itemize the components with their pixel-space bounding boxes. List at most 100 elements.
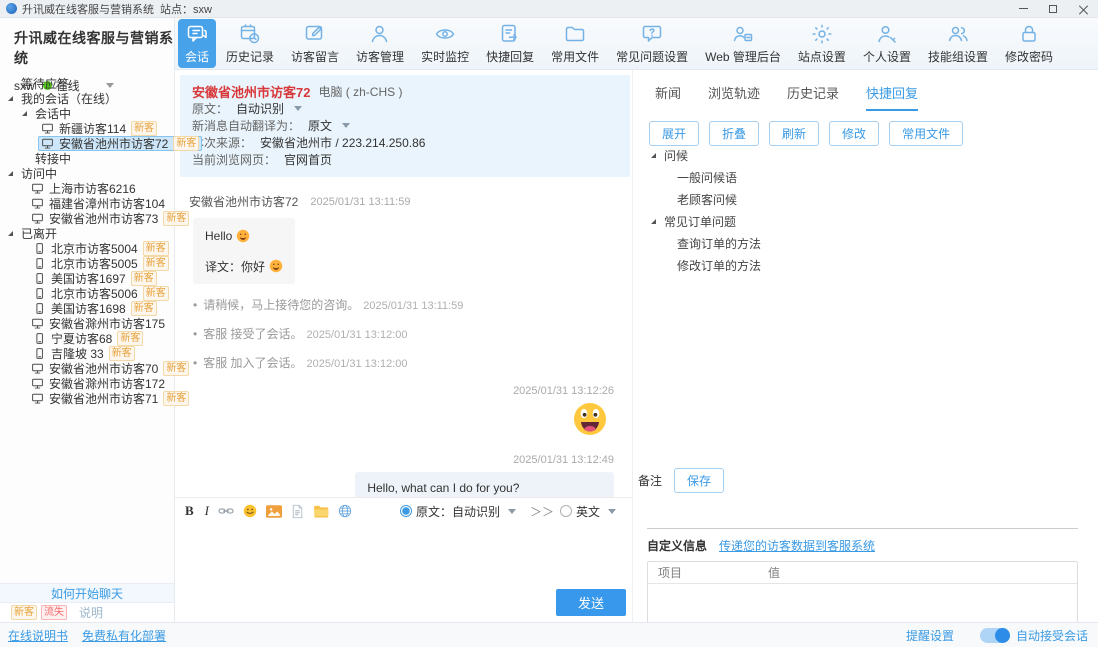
toolbar-item-label: 修改密码 [1004, 50, 1053, 64]
reply-label: 查询订单的方法 [677, 236, 762, 251]
source-lang-select[interactable]: 自动识别 [236, 100, 284, 117]
tree-expand-icon[interactable] [8, 231, 13, 236]
bold-icon[interactable]: B [185, 503, 194, 519]
custom-info-link[interactable]: 传递您的访客数据到客服系统 [719, 537, 875, 554]
tree-expand-icon[interactable] [22, 111, 27, 116]
save-note-button[interactable]: 保存 [674, 468, 725, 493]
send-button[interactable]: 发送 [555, 589, 626, 616]
toolbar-item-label: 站点设置 [797, 50, 846, 64]
tree-visitor-item[interactable]: 新疆访客114 新客 [0, 121, 174, 136]
tab-快捷回复[interactable]: 快捷回复 [866, 83, 919, 111]
tree-visitor-item[interactable]: 安徽省滁州市访客175 [0, 316, 174, 331]
tree-visitor-item[interactable]: 北京市访客5005 新客 [0, 256, 174, 271]
new-visitor-badge: 新客 [142, 256, 169, 271]
tab-历史记录[interactable]: 历史记录 [787, 83, 839, 111]
tree-expand-icon[interactable] [8, 171, 13, 176]
system-message-time: 2025/01/31 13:12:00 [306, 329, 408, 341]
toolbar-item-gear[interactable]: 站点设置 [791, 19, 853, 68]
tab-浏览轨迹[interactable]: 浏览轨迹 [708, 83, 760, 111]
table-header-item: 项目 [658, 566, 683, 580]
source-lang-radio-label: 原文：自动识别 [415, 504, 500, 519]
tree-group[interactable]: 已离开 [0, 226, 174, 241]
target-lang-radio[interactable] [559, 505, 572, 517]
toolbar-item-label: 个人设置 [862, 50, 911, 64]
reply-item[interactable]: 老顾客问候 [633, 188, 761, 210]
tree-group[interactable]: 会话中 [0, 106, 174, 121]
file-icon[interactable] [291, 504, 304, 519]
note-row: 备注 保存 [638, 468, 725, 493]
private-deploy-link[interactable]: 免费私有化部署 [82, 627, 166, 644]
toolbar-item-lock[interactable]: 修改密码 [998, 19, 1060, 68]
action-button-常用文件[interactable]: 常用文件 [889, 121, 964, 146]
action-button-展开[interactable]: 展开 [649, 121, 700, 146]
folder-icon[interactable] [313, 504, 329, 518]
toolbar-item-webadmin[interactable]: Web 管理后台 [698, 19, 788, 68]
maximize-button[interactable] [1038, 0, 1068, 17]
chevron-down-icon[interactable] [608, 508, 616, 514]
link-icon[interactable] [218, 505, 234, 517]
action-button-修改[interactable]: 修改 [829, 121, 880, 146]
visitor-icon [368, 22, 392, 46]
laughing-emoji-icon [572, 401, 608, 440]
tree-visitor-item[interactable]: 宁夏访客68 新客 [0, 331, 174, 346]
minimize-button[interactable] [1008, 0, 1038, 17]
toolbar-item-faq[interactable]: 常见问题设置 [609, 19, 695, 68]
auto-accept-toggle[interactable] [979, 627, 1010, 643]
reminder-settings-link[interactable]: 提醒设置 [906, 627, 954, 644]
auto-translate-select[interactable]: 原文 [308, 117, 332, 134]
tab-新闻[interactable]: 新闻 [655, 83, 681, 111]
tree-visitor-item[interactable]: 安徽省池州市访客72 新客 [0, 136, 203, 151]
italic-icon[interactable]: I [205, 503, 209, 519]
visitor-bubble-text: Hello [205, 229, 233, 243]
message-input[interactable] [175, 524, 632, 589]
legend-lost-badge: 流失 [41, 605, 67, 620]
toolbar-item-chat[interactable]: 会话 [178, 19, 217, 68]
reply-item[interactable]: 查询订单的方法 [633, 232, 761, 254]
reply-category[interactable]: 常见订单问题 [633, 210, 761, 232]
action-button-折叠[interactable]: 折叠 [709, 121, 760, 146]
toolbar-item-monitor[interactable]: 实时监控 [414, 19, 476, 68]
action-button-刷新[interactable]: 刷新 [769, 121, 820, 146]
tree-visitor-item[interactable]: 北京市访客5006 新客 [0, 286, 174, 301]
source-lang-radio[interactable] [399, 505, 412, 517]
tree-visitor-item[interactable]: 福建省漳州市访客104 [0, 196, 174, 211]
globe-icon[interactable] [338, 504, 352, 518]
emoji-picker-icon[interactable] [243, 504, 257, 518]
toolbar-item-personal[interactable]: 个人设置 [856, 19, 918, 68]
tree-visitor-item[interactable]: 美国访客1698 新客 [0, 301, 174, 316]
tree-expand-icon[interactable] [651, 218, 656, 224]
toolbar-item-skills[interactable]: 技能组设置 [921, 19, 995, 68]
tree-group[interactable]: 我的会话（在线） [0, 91, 174, 106]
reply-label: 常见订单问题 [664, 214, 737, 229]
tree-visitor-item[interactable]: 上海市访客6216 [0, 181, 174, 196]
tree-visitor-item[interactable]: 吉隆坡 33 新客 [0, 346, 174, 361]
main-toolbar: 会话 历史记录 访客留言 访客管理 实时监控 快捷回复 常用文件 常见问题设置 Web 管理后台… [175, 18, 1098, 70]
toolbar-item-quickreply[interactable]: 快捷回复 [479, 19, 541, 68]
tree-visitor-item[interactable]: 安徽省池州市访客73 新客 [0, 211, 190, 226]
reply-category[interactable]: 问候 [633, 144, 761, 166]
tree-visitor-item[interactable]: 北京市访客5004 新客 [0, 241, 174, 256]
desktop-icon [31, 182, 44, 195]
tree-expand-icon[interactable] [651, 152, 656, 158]
agent-message-time: 2025/01/31 13:12:49 [513, 454, 614, 466]
toolbar-item-visitor[interactable]: 访客管理 [349, 19, 411, 68]
tree-expand-icon[interactable] [8, 96, 13, 101]
tree-visitor-item[interactable]: 安徽省池州市访客70 新客 [0, 361, 190, 376]
tree-visitor-item[interactable]: 安徽省池州市访客71 新客 [0, 391, 190, 406]
toolbar-item-history[interactable]: 历史记录 [219, 19, 281, 68]
current-page-label: 当前浏览网页： [192, 153, 277, 167]
online-manual-link[interactable]: 在线说明书 [8, 627, 68, 644]
tree-visitor-item[interactable]: 安徽省滁州市访客172 [0, 376, 174, 391]
tree-group[interactable]: 访问中 [0, 166, 174, 181]
toolbar-item-folder[interactable]: 常用文件 [544, 19, 606, 68]
toolbar-item-message[interactable]: 访客留言 [284, 19, 346, 68]
chevron-down-icon[interactable] [507, 508, 516, 514]
tree-visitor-item[interactable]: 美国访客1697 新客 [0, 271, 174, 286]
image-icon[interactable] [266, 504, 283, 518]
reply-item[interactable]: 修改订单的方法 [633, 254, 761, 276]
tree-group[interactable]: 转接中 [0, 151, 174, 166]
tree-group[interactable]: 等待应答 [0, 76, 174, 91]
close-button[interactable] [1068, 0, 1098, 17]
how-to-start-link[interactable]: 如何开始聊天 [51, 585, 123, 602]
reply-item[interactable]: 一般问候语 [633, 166, 761, 188]
